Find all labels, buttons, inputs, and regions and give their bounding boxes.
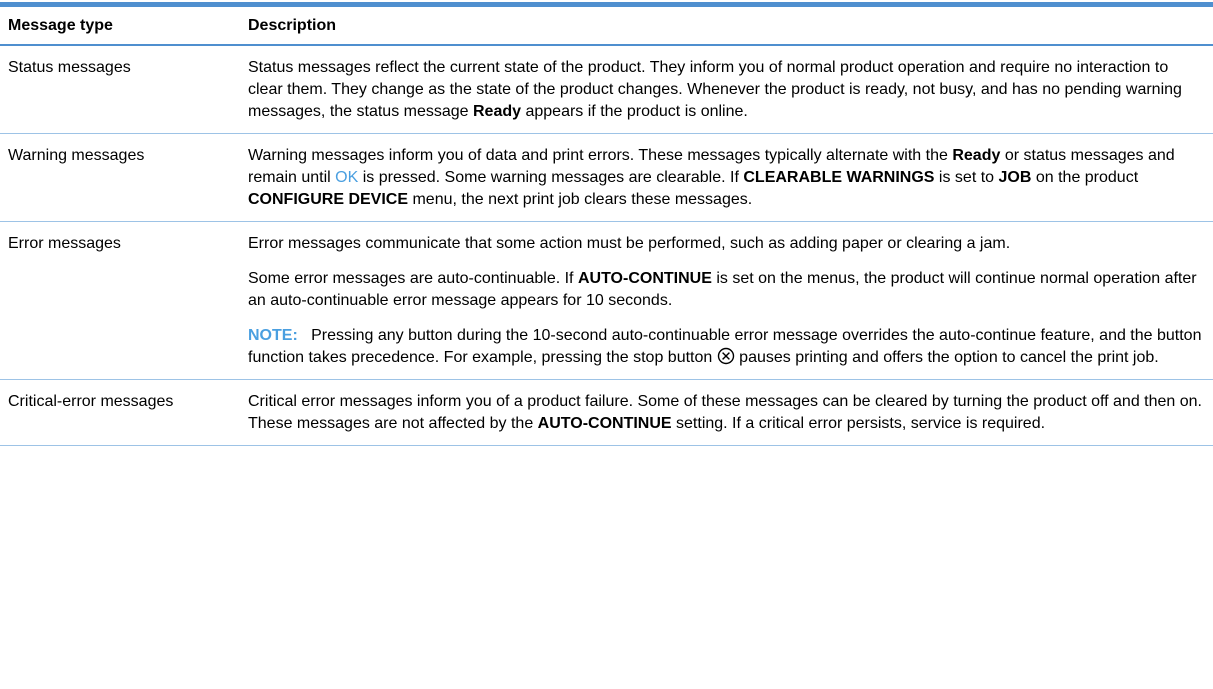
stop-button-icon xyxy=(717,347,735,365)
ready-keyword: Ready xyxy=(473,103,522,120)
note-label: NOTE: xyxy=(248,327,298,344)
row-description: Critical error messages inform you of a … xyxy=(248,380,1213,445)
table-row-error: Error messages Error messages communicat… xyxy=(0,222,1213,380)
configure-device-keyword: CONFIGURE DEVICE xyxy=(248,191,409,208)
desc-text: setting. If a critical error persists, s… xyxy=(671,415,1046,432)
table-header-row: Message type Description xyxy=(0,7,1213,46)
description-paragraph: Status messages reflect the current stat… xyxy=(248,57,1203,123)
description-paragraph: Error messages communicate that some act… xyxy=(248,235,1011,252)
desc-text: menu, the next print job clears these me… xyxy=(408,191,753,208)
row-description: Warning messages inform you of data and … xyxy=(248,134,1213,221)
desc-text: is set to xyxy=(934,169,999,186)
description-paragraph: Critical error messages inform you of a … xyxy=(248,391,1203,435)
row-description: Error messages communicate that some act… xyxy=(248,222,1213,379)
ready-keyword: Ready xyxy=(952,147,1001,164)
table-row-critical-error: Critical-error messages Critical error m… xyxy=(0,380,1213,446)
auto-continue-keyword: AUTO-CONTINUE xyxy=(537,415,672,432)
row-type-label: Warning messages xyxy=(8,147,145,164)
note-paragraph: NOTE: Pressing any button during the 10-… xyxy=(248,325,1203,369)
desc-text: Warning messages inform you of data and … xyxy=(248,147,953,164)
table-row-warning: Warning messages Warning messages inform… xyxy=(0,134,1213,222)
auto-continue-keyword: AUTO-CONTINUE xyxy=(577,270,712,287)
row-type-label: Critical-error messages xyxy=(8,393,174,410)
description-paragraph: Some error messages are auto-continuable… xyxy=(248,268,1203,312)
desc-text: on the product xyxy=(1031,169,1139,186)
header-message-type: Message type xyxy=(8,17,113,34)
desc-text: is pressed. Some warning messages are cl… xyxy=(358,169,744,186)
clearable-warnings-keyword: CLEARABLE WARNINGS xyxy=(743,169,935,186)
desc-text: appears if the product is online. xyxy=(521,103,748,120)
table-row-status: Status messages Status messages reflect … xyxy=(0,46,1213,134)
description-paragraph: Warning messages inform you of data and … xyxy=(248,145,1203,211)
note-text: pauses printing and offers the option to… xyxy=(734,349,1159,366)
job-keyword: JOB xyxy=(998,169,1032,186)
header-description: Description xyxy=(248,17,337,34)
row-type-label: Status messages xyxy=(8,59,131,76)
desc-text: Some error messages are auto-continuable… xyxy=(248,270,578,287)
row-description: Status messages reflect the current stat… xyxy=(248,46,1213,133)
message-types-table: Message type Description Status messages… xyxy=(0,0,1213,446)
ok-button-reference: OK xyxy=(335,169,359,186)
row-type-label: Error messages xyxy=(8,235,121,252)
